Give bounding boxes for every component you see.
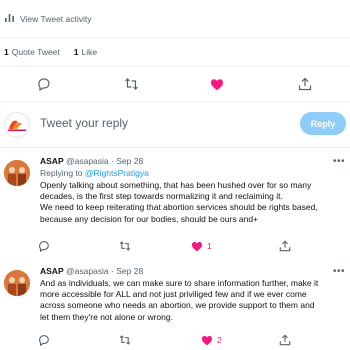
more-options-icon[interactable]: ••• [333,266,345,277]
author-handle[interactable]: @asapasia [66,156,109,166]
reply-composer: Tweet your reply [0,102,350,148]
tweet-text-line: decades, is the first step towards norma… [40,191,283,202]
share-icon[interactable] [279,240,291,252]
view-tweet-activity-link[interactable]: View Tweet activity [0,0,350,38]
separator-dot: · [111,266,114,276]
like-count: 1 [207,241,212,251]
author-name[interactable]: ASAP [40,266,64,276]
reply-button[interactable]: Reply [300,112,346,135]
tweet-text-line: And as individuals, we can make sure to … [40,278,319,288]
likes-label: Like [81,47,98,57]
likes-count: 1 [73,47,79,57]
reply-icon[interactable] [36,76,52,92]
reply-icon[interactable] [38,240,50,252]
retweet-icon[interactable] [119,334,131,346]
tweet-text-line: across someone who needs an abortion, we… [40,300,315,311]
quote-tweets-count: 1 [4,47,9,57]
like-count: 2 [217,335,222,345]
avatar[interactable] [4,270,30,296]
replying-to-line: Replying to @RightsPratigya [40,168,346,179]
bar-chart-icon [4,10,15,28]
author-handle[interactable]: @asapasia [66,266,109,276]
like-icon[interactable] [209,76,225,92]
separator-dot: · [111,156,114,166]
tweet-text-line: We need to keep reiterating that abortio… [40,202,318,213]
tweet-text-line: Openly talking about something, that has… [40,180,312,190]
share-icon[interactable] [297,76,313,92]
rights-pratigya-logo-icon [8,120,26,132]
tweet-text-line: let them they're not alone or wrong. [40,311,173,322]
view-tweet-activity-label: View Tweet activity [20,13,92,24]
share-icon[interactable] [279,334,291,346]
avatar[interactable] [4,160,30,186]
quote-tweets-stat[interactable]: 1 Quote Tweet [4,47,60,57]
like-icon[interactable] [191,240,203,252]
more-options-icon[interactable]: ••• [333,156,345,167]
rights-pratigya-avatar [4,112,30,138]
tweet-date[interactable]: Sep 28 [116,266,143,276]
tweet-date[interactable]: Sep 28 [116,156,143,166]
tweet-stats: 1 Quote Tweet 1 Like [0,38,350,67]
tweet-actions: 1 [0,240,350,254]
reply-icon[interactable] [38,334,50,346]
replying-to-link[interactable]: @RightsPratigya [85,168,149,178]
retweet-icon[interactable] [119,240,131,252]
tweet-text-line: because any decision for our bodies, sho… [40,213,259,224]
likes-stat[interactable]: 1 Like [74,47,97,57]
tweet-text: And as individuals, we can make sure to … [40,278,346,323]
replying-to-prefix: Replying to [40,168,83,178]
retweet-icon[interactable] [123,76,139,92]
tweet-text-line: more accessible for ALL and not just pri… [40,289,307,300]
tweet-actions-bar [0,67,350,102]
reply-tweet[interactable]: ASAP @asapasia · Sep 28 Replying to @Rig… [0,156,350,254]
tweet-text: Openly talking about something, that has… [40,180,346,225]
reply-input[interactable]: Tweet your reply [40,116,128,130]
reply-tweet[interactable]: ASAP @asapasia · Sep 28 And as individua… [0,266,350,350]
quote-tweets-label: Quote Tweet [11,47,60,57]
like-icon[interactable] [201,334,213,346]
author-name[interactable]: ASAP [40,156,64,166]
tweet-actions: 2 [0,334,350,348]
